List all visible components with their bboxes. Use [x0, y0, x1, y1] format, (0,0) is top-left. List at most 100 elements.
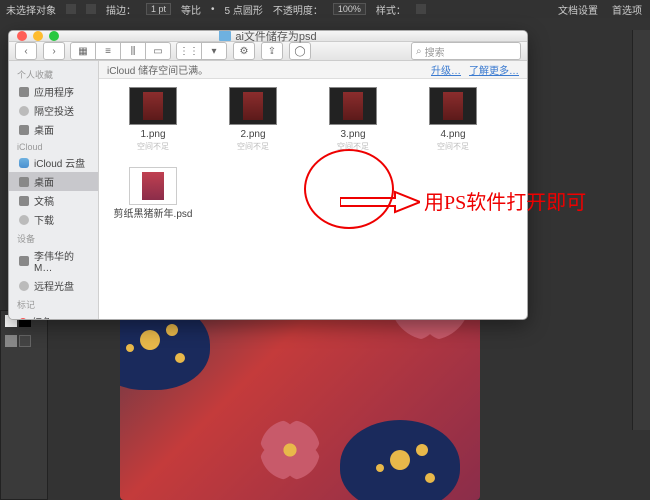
- sidebar-item-apps[interactable]: 应用程序: [9, 82, 98, 101]
- folder-icon: [219, 31, 231, 41]
- list-view-button[interactable]: ≡: [95, 42, 121, 60]
- flower-shape: [260, 420, 320, 480]
- learn-more-link[interactable]: 了解更多…: [469, 62, 519, 77]
- search-icon: ⌕: [416, 46, 422, 57]
- sidebar-item-label: 李伟华的M…: [34, 248, 90, 274]
- share-button[interactable]: ⇪: [261, 42, 283, 60]
- desktop-icon: [19, 177, 29, 187]
- search-field[interactable]: ⌕ 搜索: [411, 42, 521, 60]
- file-status: 空间不足: [337, 141, 369, 152]
- arrange-segment: ⋮⋮ ▾: [177, 42, 227, 60]
- stroke-swatch[interactable]: [86, 4, 96, 14]
- sidebar-item-documents[interactable]: 文稿: [9, 191, 98, 210]
- brush-preset[interactable]: 5 点圆形: [225, 2, 263, 17]
- ai-color-panel: [0, 310, 48, 500]
- mac-icon: [19, 256, 29, 266]
- sidebar-item-airdrop[interactable]: 隔空投送: [9, 101, 98, 120]
- action-button[interactable]: ⚙: [233, 42, 255, 60]
- stroke-label: 描边：: [106, 2, 136, 17]
- opacity-label: 不透明度：: [273, 2, 323, 17]
- sidebar-item-label: 红色: [32, 314, 52, 320]
- stroke-weight-field[interactable]: 1 pt: [146, 3, 171, 15]
- back-button[interactable]: ‹: [15, 42, 37, 60]
- finder-sidebar: 个人收藏 应用程序 隔空投送 桌面 iCloud iCloud 云盘 桌面 文稿…: [9, 61, 99, 320]
- file-item[interactable]: 剪纸黑猪新年.psd: [103, 167, 203, 247]
- cloud-icon: [19, 158, 29, 168]
- documents-icon: [19, 196, 29, 206]
- finder-window: ai文件储存为psd ‹ › ▦ ≡ ⫼ ▭ ⋮⋮ ▾ ⚙ ⇪ ◯ ⌕ 搜索 个…: [8, 30, 528, 320]
- doc-setup-button[interactable]: 文档设置: [558, 2, 598, 17]
- gallery-view-button[interactable]: ▭: [145, 42, 171, 60]
- sidebar-item-desktop[interactable]: 桌面: [9, 120, 98, 139]
- annotation-text: 用PS软件打开即可: [424, 186, 586, 215]
- sidebar-item-tag-red[interactable]: 红色: [9, 312, 98, 320]
- forward-button[interactable]: ›: [43, 42, 65, 60]
- sidebar-item-desktop-icloud[interactable]: 桌面: [9, 172, 98, 191]
- sidebar-item-remote[interactable]: 远程光盘: [9, 276, 98, 295]
- sidebar-item-mac[interactable]: 李伟华的M…: [9, 246, 98, 276]
- file-name: 3.png: [340, 129, 365, 141]
- column-view-button[interactable]: ⫼: [120, 42, 146, 60]
- file-thumb-icon: [129, 167, 177, 205]
- sidebar-item-label: 桌面: [34, 122, 54, 137]
- file-item[interactable]: 1.png 空间不足: [103, 87, 203, 167]
- pig-shape: [340, 420, 460, 500]
- file-name: 1.png: [140, 129, 165, 141]
- file-name: 剪纸黑猪新年.psd: [114, 209, 193, 221]
- finder-toolbar: ‹ › ▦ ≡ ⫼ ▭ ⋮⋮ ▾ ⚙ ⇪ ◯ ⌕ 搜索: [9, 42, 527, 61]
- sidebar-item-label: 远程光盘: [34, 278, 74, 293]
- sidebar-item-label: 下载: [34, 212, 54, 227]
- banner-message: iCloud 储存空间已满。: [107, 62, 208, 77]
- opacity-field[interactable]: 100%: [333, 3, 366, 15]
- file-item[interactable]: 3.png 空间不足: [303, 87, 403, 167]
- file-status: 空间不足: [237, 141, 269, 152]
- group-button[interactable]: ▾: [201, 42, 227, 60]
- sidebar-item-label: 隔空投送: [34, 103, 74, 118]
- arrange-button[interactable]: ⋮⋮: [176, 42, 202, 60]
- file-status: 空间不足: [137, 141, 169, 152]
- selection-status: 未选择对象: [6, 2, 56, 17]
- upgrade-link[interactable]: 升级…: [431, 62, 461, 77]
- uniform-label: 等比: [181, 2, 201, 17]
- sidebar-header-devices: 设备: [9, 229, 98, 246]
- file-item[interactable]: 4.png 空间不足: [403, 87, 503, 167]
- apps-icon: [19, 87, 29, 97]
- fill-swatch[interactable]: [66, 4, 76, 14]
- view-mode-segment: ▦ ≡ ⫼ ▭: [71, 42, 171, 60]
- sidebar-header-icloud: iCloud: [9, 139, 98, 153]
- window-title-text: ai文件储存为psd: [235, 30, 316, 44]
- sidebar-item-downloads[interactable]: 下载: [9, 210, 98, 229]
- downloads-icon: [19, 215, 29, 225]
- file-thumb-icon: [329, 87, 377, 125]
- file-thumb-icon: [429, 87, 477, 125]
- ai-options-bar: 未选择对象 描边： 1 pt 等比 • 5 点圆形 不透明度： 100% 样式：: [0, 0, 650, 18]
- finder-titlebar[interactable]: ai文件储存为psd: [9, 31, 527, 42]
- style-label: 样式：: [376, 2, 406, 17]
- sidebar-item-label: 应用程序: [34, 84, 74, 99]
- disc-icon: [19, 281, 29, 291]
- file-thumb-icon: [129, 87, 177, 125]
- search-placeholder: 搜索: [425, 44, 445, 59]
- file-thumb-icon: [229, 87, 277, 125]
- ai-right-panel: [632, 30, 650, 430]
- sidebar-item-label: 文稿: [34, 193, 54, 208]
- icon-view-button[interactable]: ▦: [70, 42, 96, 60]
- file-status: 空间不足: [437, 141, 469, 152]
- sidebar-item-icloud[interactable]: iCloud 云盘: [9, 153, 98, 172]
- tags-button[interactable]: ◯: [289, 42, 311, 60]
- tag-red-icon: [19, 318, 27, 321]
- style-swatch[interactable]: [416, 4, 426, 14]
- swatch-none[interactable]: [19, 335, 31, 347]
- sidebar-header-tags: 标记: [9, 295, 98, 312]
- file-name: 2.png: [240, 129, 265, 141]
- sidebar-item-label: iCloud 云盘: [34, 155, 85, 170]
- prefs-button[interactable]: 首选项: [612, 2, 642, 17]
- airdrop-icon: [19, 106, 29, 116]
- icloud-full-banner: iCloud 储存空间已满。 升级… 了解更多…: [99, 61, 527, 79]
- sidebar-header-favorites: 个人收藏: [9, 65, 98, 82]
- desktop-icon: [19, 125, 29, 135]
- top-right-buttons: 文档设置 首选项: [558, 0, 642, 18]
- sidebar-item-label: 桌面: [34, 174, 54, 189]
- swatch-gray[interactable]: [5, 335, 17, 347]
- file-item[interactable]: 2.png 空间不足: [203, 87, 303, 167]
